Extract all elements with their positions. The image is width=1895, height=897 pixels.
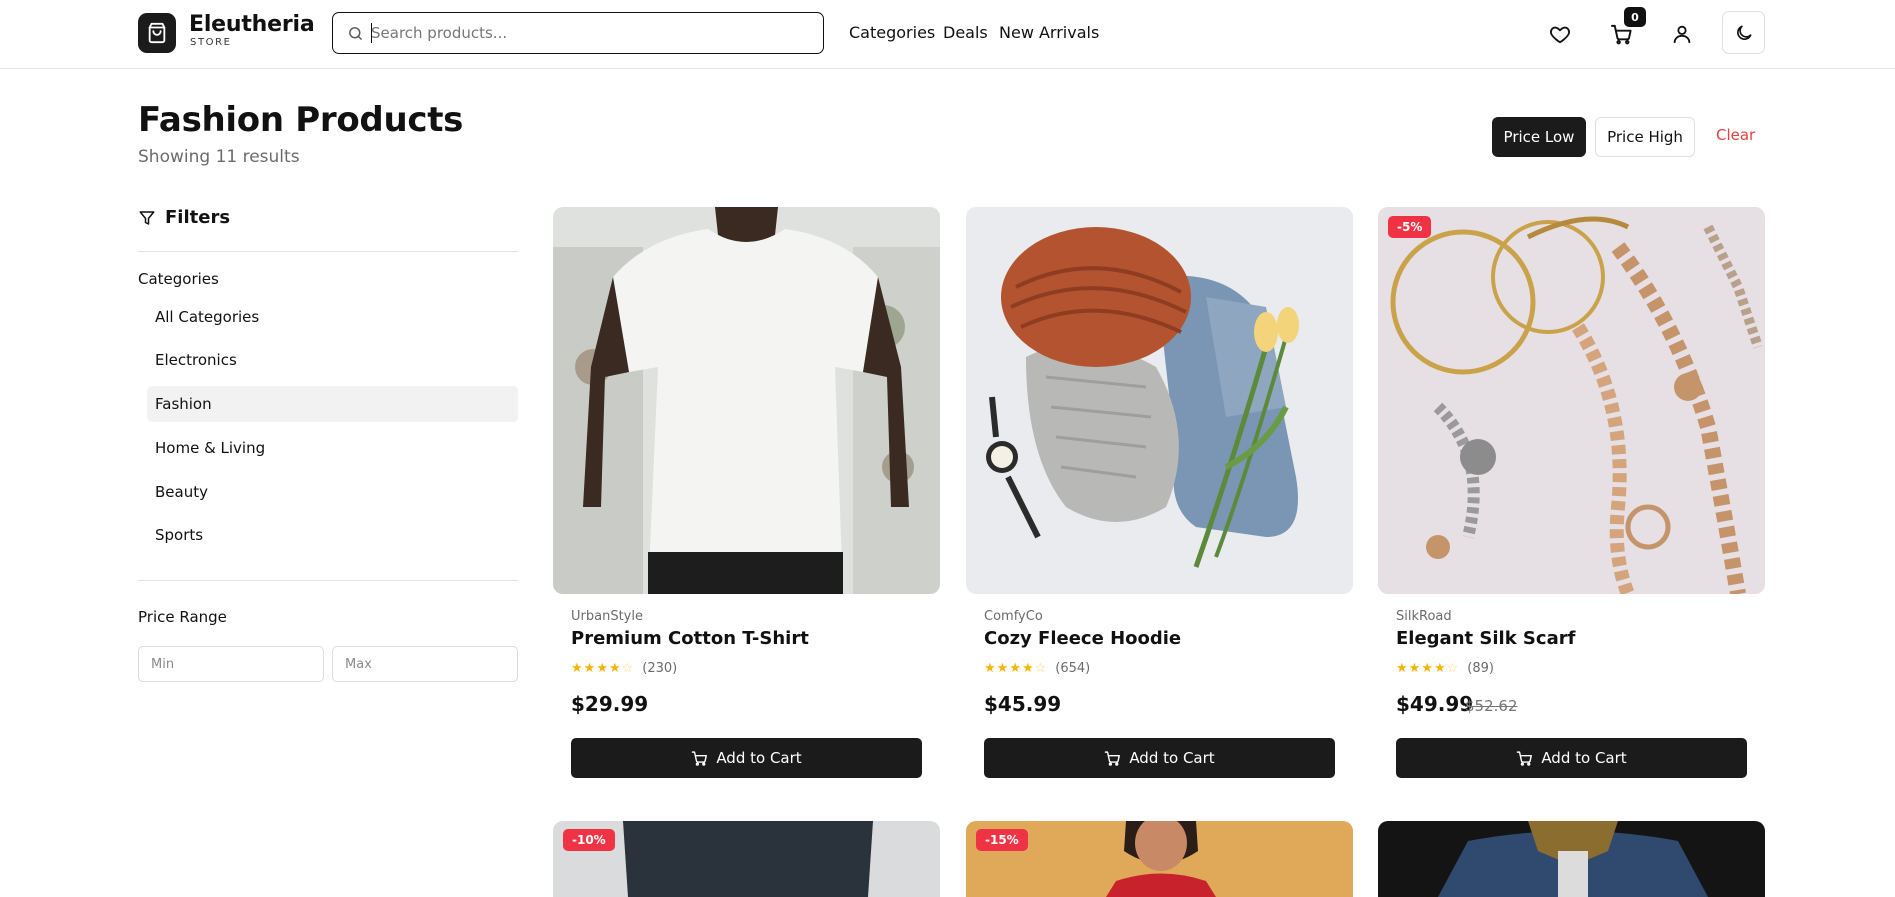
discount-badge: -15%	[976, 829, 1028, 851]
product-image-scarf[interactable]	[1378, 207, 1765, 594]
product-brand: UrbanStyle	[571, 609, 643, 624]
add-to-cart-button[interactable]: Add to Cart	[1396, 738, 1747, 778]
product-name[interactable]: Cozy Fleece Hoodie	[984, 628, 1181, 649]
add-to-cart-label: Add to Cart	[1129, 749, 1215, 767]
moon-icon	[1736, 25, 1751, 40]
cart-icon	[1517, 750, 1533, 766]
price-range-label: Price Range	[138, 608, 227, 626]
product-brand: SilkRoad	[1396, 609, 1452, 624]
top-header: Eleutheria STORE Categories Deals New Ar…	[0, 0, 1895, 69]
category-beauty[interactable]: Beauty	[147, 474, 518, 510]
filter-icon	[139, 210, 155, 225]
page-title: Fashion Products	[138, 100, 464, 140]
star-icon: ★	[1421, 661, 1433, 676]
text-caret	[371, 23, 372, 43]
sort-price-low-button[interactable]: Price Low	[1492, 117, 1586, 157]
sidebar-divider	[138, 580, 518, 581]
star-icon: ★	[608, 661, 621, 676]
search-icon	[349, 27, 362, 40]
star-icon: ★	[571, 661, 583, 676]
cart-icon	[692, 750, 708, 766]
nav-categories[interactable]: Categories	[849, 23, 935, 42]
star-empty-icon: ☆	[1034, 661, 1047, 676]
store-logo[interactable]	[138, 13, 176, 53]
brand-subtitle: STORE	[190, 37, 232, 48]
star-icon: ★	[1433, 661, 1446, 676]
discount-badge: -10%	[563, 829, 615, 851]
categories-label: Categories	[138, 270, 219, 288]
rating-stars: ★ ★ ★ ★ ☆ (654)	[984, 661, 1090, 676]
account-button[interactable]	[1662, 14, 1702, 54]
discount-badge: -5%	[1388, 216, 1432, 238]
result-count: Showing 11 results	[138, 147, 300, 167]
nav-new-arrivals[interactable]: New Arrivals	[999, 23, 1099, 42]
add-to-cart-button[interactable]: Add to Cart	[984, 738, 1335, 778]
star-icon: ★	[583, 661, 596, 676]
product-image-hoodie[interactable]	[966, 207, 1353, 594]
user-icon	[1673, 25, 1691, 44]
review-count: (654)	[1055, 661, 1091, 676]
product-brand: ComfyCo	[984, 609, 1043, 624]
filters-heading: Filters	[138, 207, 230, 228]
add-to-cart-label: Add to Cart	[716, 749, 802, 767]
cart-icon	[1105, 750, 1121, 766]
review-count: (230)	[642, 661, 678, 676]
product-price: $49.99	[1396, 692, 1474, 716]
sort-price-high-button[interactable]: Price High	[1595, 117, 1695, 157]
star-icon: ★	[1396, 661, 1408, 676]
theme-toggle-button[interactable]	[1722, 11, 1765, 54]
price-min-input[interactable]	[138, 646, 324, 682]
rating-stars: ★ ★ ★ ★ ☆ (89)	[1396, 661, 1494, 676]
product-price: $29.99	[571, 692, 649, 716]
star-icon: ★	[596, 661, 608, 676]
category-sports[interactable]: Sports	[147, 517, 518, 553]
star-icon: ★	[1021, 661, 1034, 676]
star-icon: ★	[984, 661, 996, 676]
clear-button[interactable]: Clear	[1716, 126, 1755, 144]
star-icon: ★	[1009, 661, 1021, 676]
sidebar-divider	[138, 251, 518, 252]
add-to-cart-button[interactable]: Add to Cart	[571, 738, 922, 778]
product-name[interactable]: Premium Cotton T-Shirt	[571, 628, 809, 649]
product-name[interactable]: Elegant Silk Scarf	[1396, 628, 1575, 649]
star-empty-icon: ☆	[1446, 661, 1459, 676]
search-input[interactable]	[371, 19, 811, 47]
wishlist-button[interactable]	[1540, 14, 1580, 54]
star-icon: ★	[1408, 661, 1421, 676]
category-all[interactable]: All Categories	[147, 299, 518, 335]
price-max-input[interactable]	[332, 646, 518, 682]
cart-count-badge: 0	[1624, 7, 1646, 27]
category-fashion[interactable]: Fashion	[147, 386, 518, 422]
brand-name[interactable]: Eleutheria	[189, 12, 315, 37]
shopping-bag-icon	[148, 22, 166, 44]
filters-label: Filters	[165, 207, 231, 228]
category-electronics[interactable]: Electronics	[147, 342, 518, 378]
star-icon: ★	[996, 661, 1009, 676]
search-box[interactable]	[332, 12, 824, 54]
rating-stars: ★ ★ ★ ★ ☆ (230)	[571, 661, 677, 676]
nav-deals[interactable]: Deals	[943, 23, 988, 42]
star-empty-icon: ☆	[621, 661, 634, 676]
product-image-denim-jacket[interactable]	[1378, 821, 1765, 897]
category-home-living[interactable]: Home & Living	[147, 430, 518, 466]
review-count: (89)	[1467, 661, 1494, 676]
original-price: $52.62	[1465, 697, 1518, 715]
heart-icon	[1550, 26, 1570, 44]
product-price: $45.99	[984, 692, 1062, 716]
product-image-tshirt[interactable]	[553, 207, 940, 594]
add-to-cart-label: Add to Cart	[1541, 749, 1627, 767]
